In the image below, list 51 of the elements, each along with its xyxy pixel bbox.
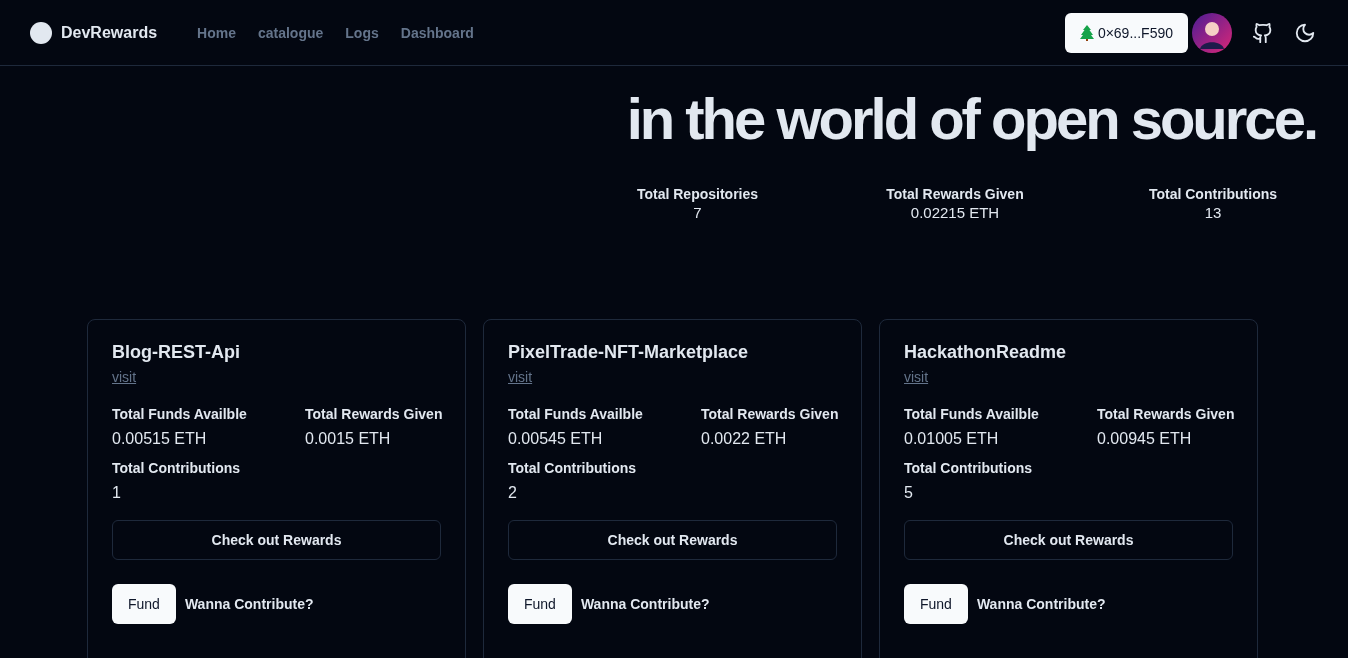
field-label: Total Contributions bbox=[904, 460, 1034, 476]
nav-link[interactable]: catalogue bbox=[257, 24, 324, 41]
field-label: Total Contributions bbox=[112, 460, 242, 476]
nav-link[interactable]: Logs bbox=[345, 24, 379, 41]
field-label: Total Funds Availble bbox=[112, 406, 248, 422]
rewards-button[interactable]: Check out Rewards bbox=[904, 520, 1233, 560]
logo-icon bbox=[30, 21, 52, 44]
stat-value: 13 bbox=[1204, 204, 1222, 221]
rewards-button[interactable]: Check out Rewards bbox=[508, 520, 837, 560]
field-label: Total Funds Availble bbox=[508, 406, 644, 422]
field-label: Total Funds Availble bbox=[904, 406, 1040, 422]
field-value: 0.00515 ETH bbox=[112, 430, 208, 448]
stat-value: 0.02215 ETH bbox=[910, 204, 1000, 221]
rewards-button[interactable]: Check out Rewards bbox=[112, 520, 441, 560]
contribute-text: Wanna Contribute? bbox=[184, 596, 314, 612]
repo-name: Blog-REST-Api bbox=[112, 342, 241, 363]
stat-label: Total Repositories bbox=[636, 186, 759, 202]
wallet-button[interactable]: 0×69...F590 bbox=[1064, 12, 1188, 53]
field-label: Total Rewards Given bbox=[701, 406, 839, 422]
nav-link[interactable]: Dashboard bbox=[400, 24, 474, 41]
hero-heading: in the world of open source. bbox=[625, 88, 1316, 150]
stat-value: 7 bbox=[693, 204, 702, 221]
tree-icon bbox=[1079, 24, 1094, 41]
nav-link[interactable]: Home bbox=[197, 24, 236, 41]
avatar-icon[interactable] bbox=[1192, 12, 1232, 53]
field-value: 0.00545 ETH bbox=[508, 430, 604, 448]
visit-link[interactable]: visit bbox=[508, 369, 533, 385]
visit-link[interactable]: visit bbox=[904, 369, 929, 385]
field-label: Total Rewards Given bbox=[305, 406, 443, 422]
field-value: 0.0022 ETH bbox=[701, 430, 788, 448]
contribute-text: Wanna Contribute? bbox=[580, 596, 710, 612]
stat-label: Total Rewards Given bbox=[886, 186, 1024, 202]
field-label: Total Rewards Given bbox=[1097, 406, 1235, 422]
fund-button[interactable]: Fund bbox=[112, 584, 176, 624]
stat-label: Total Contributions bbox=[1148, 186, 1278, 202]
repo-name: HackathonReadme bbox=[904, 342, 1068, 363]
field-value: 0.00945 ETH bbox=[1097, 430, 1193, 448]
brand-name: DevRewards bbox=[61, 23, 158, 42]
field-value: 2 bbox=[508, 484, 518, 502]
field-label: Total Contributions bbox=[508, 460, 638, 476]
contribute-text: Wanna Contribute? bbox=[976, 596, 1106, 612]
github-icon[interactable] bbox=[1252, 21, 1274, 44]
fund-button[interactable]: Fund bbox=[508, 584, 572, 624]
theme-toggle-moon-icon[interactable] bbox=[1294, 21, 1316, 44]
field-value: 1 bbox=[112, 484, 122, 502]
repo-name: PixelTrade-NFT-Marketplace bbox=[508, 342, 750, 363]
fund-button[interactable]: Fund bbox=[904, 584, 968, 624]
field-value: 5 bbox=[904, 484, 914, 502]
field-value: 0.0015 ETH bbox=[305, 430, 392, 448]
visit-link[interactable]: visit bbox=[112, 369, 137, 385]
field-value: 0.01005 ETH bbox=[904, 430, 1000, 448]
